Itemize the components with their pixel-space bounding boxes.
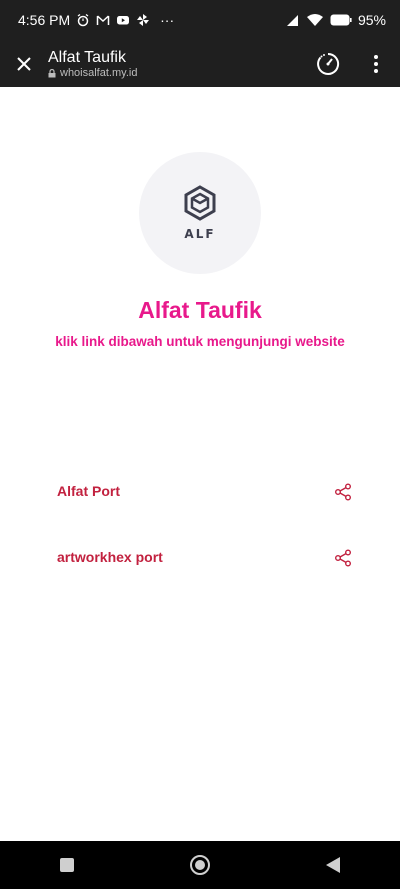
more-vert-icon	[374, 54, 378, 73]
recents-button[interactable]	[37, 841, 97, 889]
profile-name: Alfat Taufik	[138, 297, 262, 323]
url-line: whoisalfat.my.id	[48, 67, 137, 79]
recents-icon	[59, 858, 74, 872]
browser-toolbar: Alfat Taufik whoisalfat.my.id	[0, 40, 400, 87]
status-time: 4:56 PM	[18, 12, 71, 28]
profile-description: klik link dibawah untuk mengunjungi webs…	[55, 334, 345, 349]
battery-level: 95%	[357, 12, 386, 28]
share-icon[interactable]	[334, 483, 352, 501]
status-bar: 4:56 PM ··· 95%	[0, 0, 400, 40]
back-button[interactable]	[303, 841, 363, 889]
page-info: Alfat Taufik whoisalfat.my.id	[48, 48, 137, 79]
signal-icon	[286, 14, 298, 26]
home-icon	[189, 855, 210, 875]
link-label: artworkhex port	[57, 549, 163, 565]
status-right: 95%	[286, 12, 386, 28]
more-options-button[interactable]	[352, 40, 400, 87]
lock-icon	[48, 68, 56, 77]
link-item-alfat-port[interactable]: Alfat Port	[40, 471, 360, 511]
youtube-icon	[117, 16, 130, 25]
avatar: ALF	[139, 152, 261, 274]
back-icon	[326, 857, 341, 873]
page-url: whoisalfat.my.id	[60, 67, 138, 79]
page-title: Alfat Taufik	[48, 49, 126, 66]
close-icon	[17, 56, 31, 71]
bar-actions	[304, 40, 400, 87]
home-button[interactable]	[170, 841, 230, 889]
wifi-icon	[306, 14, 323, 26]
system-nav-bar	[0, 841, 400, 889]
link-item-artworkhex-port[interactable]: artworkhex port	[40, 537, 360, 577]
timer-icon	[317, 52, 340, 75]
logo-icon	[184, 185, 216, 221]
close-button[interactable]	[0, 40, 48, 87]
status-left: 4:56 PM ···	[18, 12, 174, 28]
status-more: ···	[160, 12, 175, 28]
pinwheel-icon	[137, 14, 150, 26]
battery-icon	[330, 14, 352, 26]
history-button[interactable]	[304, 40, 352, 87]
share-icon[interactable]	[334, 549, 352, 567]
link-label: Alfat Port	[57, 483, 120, 499]
gmail-icon	[96, 15, 110, 25]
alarm-icon	[77, 13, 89, 27]
page-content: ALF Alfat Taufik klik link dibawah untuk…	[0, 87, 400, 841]
logo-text: ALF	[184, 227, 216, 241]
